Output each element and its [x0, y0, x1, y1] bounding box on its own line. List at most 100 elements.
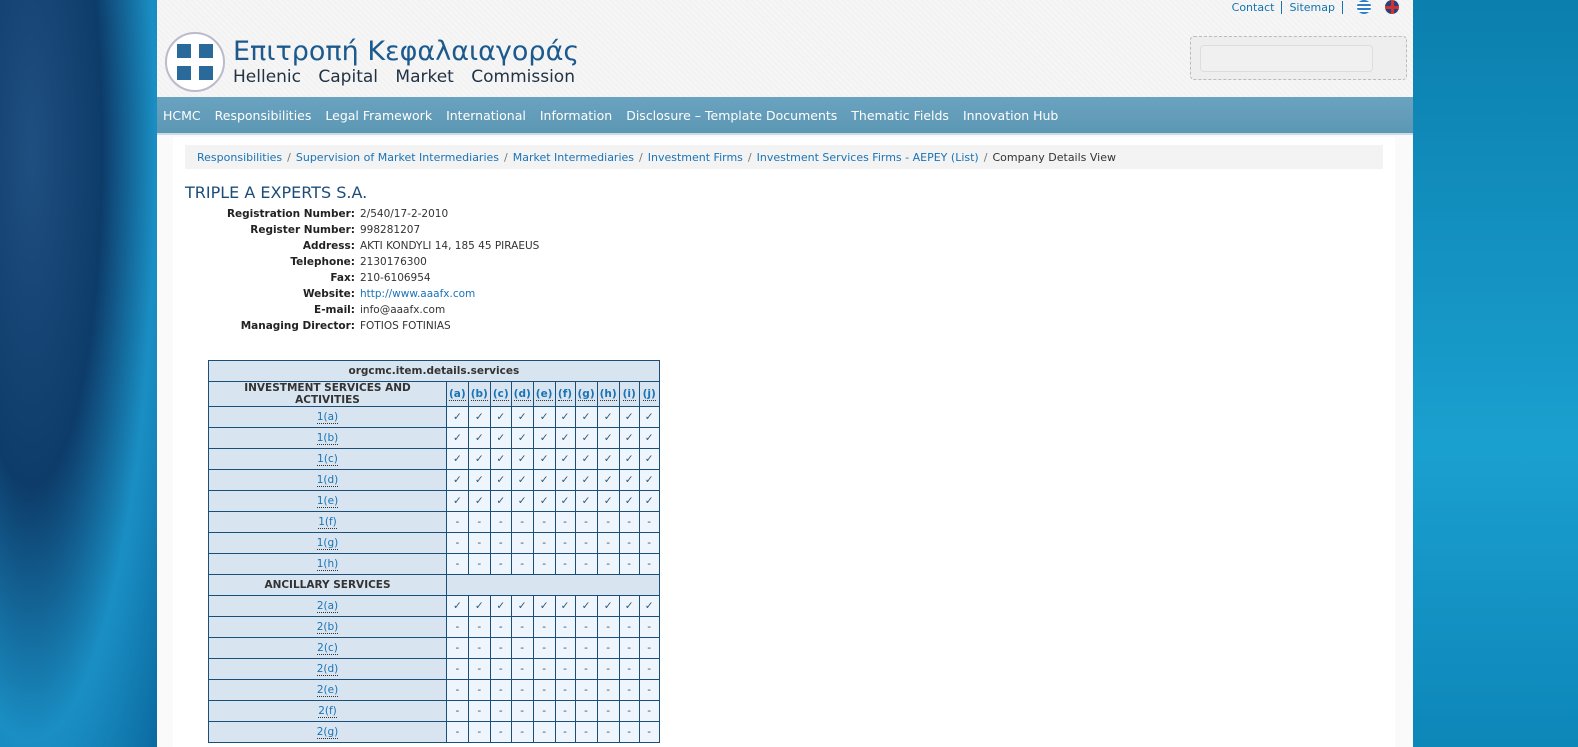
nav-item-4[interactable]: Information — [540, 108, 612, 123]
breadcrumb-link[interactable]: Market Intermediaries — [513, 151, 634, 164]
dash-cell: - — [638, 658, 660, 680]
uk-flag-icon[interactable] — [1385, 0, 1399, 14]
row-link[interactable]: 2(d) — [316, 663, 339, 676]
check-icon: ✓ — [596, 469, 620, 491]
dash-cell: - — [489, 700, 512, 722]
dash-cell: - — [467, 553, 491, 575]
breadcrumb-link[interactable]: Investment Services Firms - AEPEY (List) — [757, 151, 979, 164]
column-link[interactable]: (c) — [492, 388, 509, 401]
greek-flag-icon[interactable] — [1357, 0, 1371, 14]
table-row: 1(d) ✓ ✓ ✓ ✓ ✓ ✓ ✓ ✓ ✓ ✓ — [208, 469, 660, 491]
check-icon: ✓ — [532, 469, 556, 491]
row-link[interactable]: 1(g) — [316, 537, 339, 550]
dash-cell: - — [489, 532, 512, 554]
check-icon: ✓ — [489, 406, 512, 428]
dash-cell: - — [489, 553, 512, 575]
table-row: 1(h) - - - - - - - - - - — [208, 553, 660, 575]
row-key: 1(e) — [208, 490, 447, 512]
dash-cell: - — [638, 616, 660, 638]
seal-icon — [165, 32, 225, 92]
row-link[interactable]: 2(a) — [316, 600, 339, 613]
logo-greek: Επιτροπή Κεφαλαιαγοράς — [233, 36, 580, 67]
field-label: Registration Number: — [226, 208, 355, 220]
row-link[interactable]: 1(a) — [316, 411, 339, 424]
column-link[interactable]: (d) — [513, 388, 531, 401]
row-link[interactable]: 1(b) — [316, 432, 339, 445]
background-right — [1413, 0, 1578, 747]
table-row: 2(a) ✓ ✓ ✓ ✓ ✓ ✓ ✓ ✓ ✓ ✓ — [208, 595, 660, 617]
check-icon: ✓ — [574, 448, 598, 470]
nav-item-3[interactable]: International — [446, 108, 526, 123]
field-value: FOTIOS FOTINIAS — [360, 320, 451, 332]
row-key: 2(d) — [208, 658, 447, 680]
check-icon: ✓ — [618, 469, 640, 491]
logo[interactable]: Επιτροπή Κεφαλαιαγοράς Hellenic Capital … — [165, 32, 579, 92]
row-link[interactable]: 2(f) — [318, 705, 337, 718]
dash-cell: - — [532, 658, 556, 680]
row-link[interactable]: 2(b) — [316, 621, 339, 634]
nav-item-5[interactable]: Disclosure – Template Documents — [626, 108, 837, 123]
check-icon: ✓ — [596, 490, 620, 512]
dash-cell: - — [596, 721, 620, 743]
check-icon: ✓ — [554, 469, 576, 491]
nav-item-7[interactable]: Innovation Hub — [963, 108, 1058, 123]
row-link[interactable]: 1(c) — [317, 453, 338, 466]
check-icon: ✓ — [596, 448, 620, 470]
column-link[interactable]: (f) — [557, 388, 573, 401]
row-link[interactable]: 2(e) — [316, 684, 339, 697]
row-link[interactable]: 2(c) — [317, 642, 338, 655]
column-link[interactable]: (b) — [470, 388, 488, 401]
dash-cell: - — [510, 700, 534, 722]
column-link[interactable]: (h) — [599, 388, 617, 401]
row-key: 2(e) — [208, 679, 447, 701]
dash-cell: - — [510, 658, 534, 680]
breadcrumb-link[interactable]: Responsibilities — [197, 151, 282, 164]
dash-cell: - — [510, 532, 534, 554]
row-link[interactable]: 1(d) — [316, 474, 339, 487]
check-icon: ✓ — [467, 427, 491, 449]
field-value: 2/540/17-2-2010 — [360, 208, 449, 220]
table-row: 2(c) - - - - - - - - - - — [208, 637, 660, 659]
dash-cell: - — [467, 511, 491, 533]
nav-item-0[interactable]: HCMC — [163, 108, 201, 123]
column-link[interactable]: (j) — [642, 388, 656, 401]
field-value: 2130176300 — [360, 256, 427, 268]
dash-cell: - — [618, 637, 640, 659]
column-link[interactable]: (e) — [535, 388, 553, 401]
dash-cell: - — [446, 553, 469, 575]
nav-item-6[interactable]: Thematic Fields — [851, 108, 949, 123]
search-input[interactable] — [1200, 45, 1373, 72]
row-link[interactable]: 1(h) — [316, 558, 339, 571]
breadcrumb-link[interactable]: Supervision of Market Intermediaries — [296, 151, 499, 164]
row-link[interactable]: 1(f) — [318, 516, 337, 529]
nav-item-2[interactable]: Legal Framework — [325, 108, 432, 123]
dash-cell: - — [532, 553, 556, 575]
dash-cell: - — [574, 553, 598, 575]
sitemap-link[interactable]: Sitemap — [1282, 0, 1343, 14]
website-link[interactable]: http://www.aaafx.com — [360, 288, 475, 300]
row-link[interactable]: 2(g) — [316, 726, 339, 739]
contact-link[interactable]: Contact — [1225, 0, 1283, 14]
row-key: 1(g) — [208, 532, 447, 554]
dash-cell: - — [510, 616, 534, 638]
column-link[interactable]: (i) — [622, 388, 636, 401]
row-key: 1(f) — [208, 511, 447, 533]
column-link[interactable]: (a) — [449, 388, 466, 401]
field-label: Telephone: — [290, 256, 355, 268]
field-label: Register Number: — [250, 224, 355, 236]
breadcrumb-link[interactable]: Investment Firms — [648, 151, 743, 164]
dash-cell: - — [618, 658, 640, 680]
company-name: TRIPLE A EXPERTS S.A. — [185, 183, 368, 202]
check-icon: ✓ — [489, 490, 512, 512]
nav-item-1[interactable]: Responsibilities — [215, 108, 312, 123]
row-link[interactable]: 1(e) — [316, 495, 339, 508]
column-header: (j) — [638, 381, 660, 407]
breadcrumb-separator: / — [504, 151, 508, 164]
table-row: 2(e) - - - - - - - - - - — [208, 679, 660, 701]
check-icon: ✓ — [574, 406, 598, 428]
column-header: (b) — [467, 381, 491, 407]
check-icon: ✓ — [554, 595, 576, 617]
row-key: 2(b) — [208, 616, 447, 638]
dash-cell: - — [489, 721, 512, 743]
column-link[interactable]: (g) — [577, 388, 595, 401]
